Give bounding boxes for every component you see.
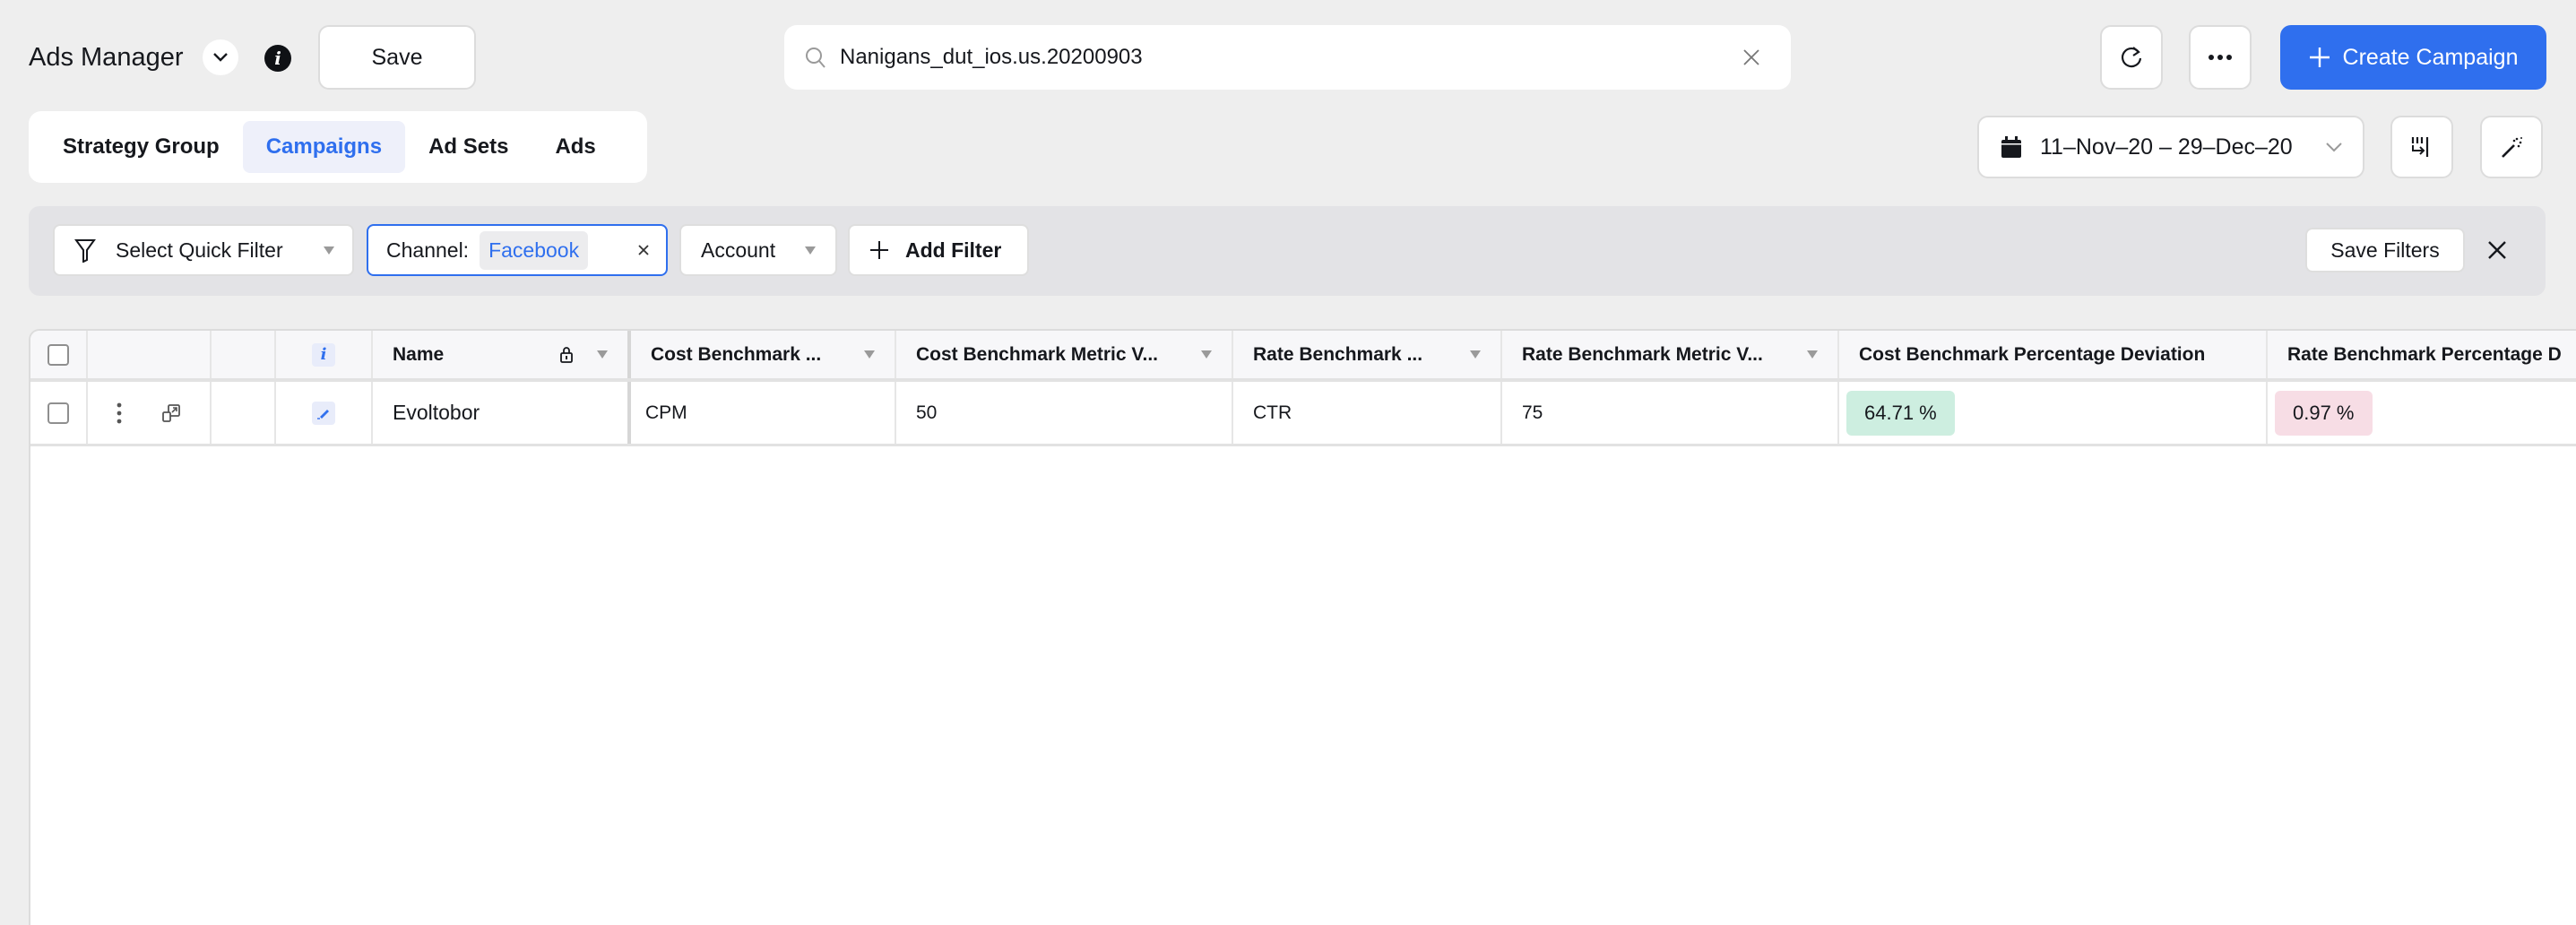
edit-icon[interactable] [312, 401, 335, 425]
remove-channel-filter-button[interactable] [637, 238, 650, 262]
row-edit-cell [276, 382, 373, 444]
lock-icon [560, 346, 573, 363]
quick-filter-dropdown[interactable]: Select Quick Filter [53, 224, 354, 276]
add-filter-button[interactable]: Add Filter [848, 224, 1029, 276]
column-header-cost-benchmark-metric-value[interactable]: Cost Benchmark Metric V... [896, 331, 1233, 378]
info-icon[interactable]: i [264, 45, 291, 72]
calendar-icon [2001, 136, 2021, 158]
account-filter-label: Account [701, 238, 776, 262]
channel-filter-key: Channel: [386, 238, 470, 262]
more-vertical-icon[interactable] [117, 402, 122, 424]
more-options-button[interactable] [2189, 25, 2252, 90]
row-spacer-cell [212, 382, 276, 444]
column-header-cost-benchmark[interactable]: Cost Benchmark ... [631, 331, 896, 378]
column-header-rate-benchmark-metric-value[interactable]: Rate Benchmark Metric V... [1502, 331, 1839, 378]
channel-filter-chip[interactable]: Channel: Facebook [367, 224, 668, 276]
sort-caret-icon[interactable] [597, 350, 608, 359]
column-header-label: Rate Benchmark ... [1253, 343, 1423, 365]
magic-wand-button[interactable] [2480, 116, 2543, 178]
cell-cost-benchmark-metric-value: 50 [896, 382, 1233, 444]
more-horizontal-icon [2209, 55, 2232, 60]
search-input[interactable] [840, 45, 1739, 70]
info-icon[interactable]: i [312, 342, 335, 367]
date-range-picker[interactable]: 11–Nov–20 – 29–Dec–20 [1977, 116, 2364, 178]
caret-down-icon [805, 246, 816, 255]
date-range-label: 11–Nov–20 – 29–Dec–20 [2040, 134, 2293, 160]
refresh-icon [2121, 47, 2142, 68]
select-all-cell [30, 331, 88, 378]
cell-cost-benchmark-pct-deviation: 64.71 % [1839, 382, 2268, 444]
column-header-label: Rate Benchmark Percentage D [2287, 343, 2562, 365]
cell-name[interactable]: Evoltobor [373, 382, 631, 444]
tab-ads[interactable]: Ads [532, 121, 618, 173]
column-header-label: Rate Benchmark Metric V... [1522, 343, 1763, 365]
cell-rate-benchmark: CTR [1233, 382, 1502, 444]
columns-icon [2411, 137, 2429, 157]
refresh-button[interactable] [2100, 25, 2163, 90]
channel-filter-value: Facebook [480, 230, 589, 270]
table-row[interactable]: Evoltobor CPM 50 CTR 75 64.71 % 0.97 % [30, 382, 2576, 446]
plus-icon [2309, 48, 2330, 67]
cell-cost-benchmark: CPM [631, 382, 896, 444]
close-icon [1743, 49, 1759, 65]
spacer-header-cell [212, 331, 276, 378]
close-filter-bar-button[interactable] [2483, 236, 2511, 264]
add-filter-label: Add Filter [905, 238, 1002, 262]
column-settings-button[interactable] [2390, 116, 2453, 178]
deviation-badge-negative: 0.97 % [2275, 390, 2373, 436]
campaigns-table: i Name Cost Benchmark ... Cost Benchmark… [29, 329, 2576, 925]
chevron-down-icon [213, 53, 228, 62]
sort-caret-icon[interactable] [1201, 350, 1212, 359]
column-header-label: Cost Benchmark Metric V... [916, 343, 1158, 365]
column-header-label: Cost Benchmark Percentage Deviation [1859, 343, 2206, 365]
column-header-rate-benchmark-pct-deviation[interactable]: Rate Benchmark Percentage D [2268, 331, 2576, 378]
sort-caret-icon[interactable] [1807, 350, 1818, 359]
column-header-label: Cost Benchmark ... [651, 343, 822, 365]
column-header-rate-benchmark[interactable]: Rate Benchmark ... [1233, 331, 1502, 378]
info-header-cell: i [276, 331, 373, 378]
table-header-row: i Name Cost Benchmark ... Cost Benchmark… [30, 331, 2576, 382]
close-icon [2488, 241, 2506, 259]
column-header-name[interactable]: Name [373, 331, 631, 378]
account-filter-dropdown[interactable]: Account [679, 224, 837, 276]
tab-strategy-group[interactable]: Strategy Group [39, 121, 243, 173]
quick-filter-label: Select Quick Filter [116, 238, 283, 262]
clear-search-button[interactable] [1739, 45, 1764, 70]
column-header-label: Name [393, 343, 445, 365]
row-select-cell [30, 382, 88, 444]
actions-header-cell [88, 331, 212, 378]
search-bar [784, 25, 1791, 90]
cell-rate-benchmark-pct-deviation: 0.97 % [2268, 382, 2576, 444]
sort-caret-icon[interactable] [1470, 350, 1481, 359]
open-external-icon[interactable] [161, 403, 181, 423]
column-header-cost-benchmark-pct-deviation[interactable]: Cost Benchmark Percentage Deviation [1839, 331, 2268, 378]
close-icon [638, 245, 649, 255]
select-all-checkbox[interactable] [48, 343, 69, 366]
search-icon [806, 48, 826, 68]
save-filters-button[interactable]: Save Filters [2305, 228, 2465, 272]
create-campaign-label: Create Campaign [2342, 44, 2519, 70]
app-title: Ads Manager [29, 43, 184, 72]
level-tabs: Strategy Group Campaigns Ad Sets Ads [29, 111, 647, 183]
filter-icon [74, 239, 96, 263]
create-campaign-button[interactable]: Create Campaign [2280, 25, 2546, 90]
filter-bar: Select Quick Filter Channel: Facebook Ac… [29, 206, 2546, 296]
app-switcher-button[interactable] [203, 39, 238, 75]
deviation-badge-positive: 64.71 % [1846, 390, 1955, 436]
row-checkbox[interactable] [48, 402, 69, 424]
row-actions-cell [88, 382, 212, 444]
sort-caret-icon[interactable] [864, 350, 875, 359]
tab-campaigns[interactable]: Campaigns [242, 121, 406, 173]
chevron-down-icon [2326, 143, 2342, 152]
save-button[interactable]: Save [318, 25, 476, 90]
cell-rate-benchmark-metric-value: 75 [1502, 382, 1839, 444]
caret-down-icon [324, 246, 334, 255]
plus-icon [870, 241, 888, 259]
magic-wand-icon [2502, 137, 2522, 158]
tab-ad-sets[interactable]: Ad Sets [405, 121, 532, 173]
